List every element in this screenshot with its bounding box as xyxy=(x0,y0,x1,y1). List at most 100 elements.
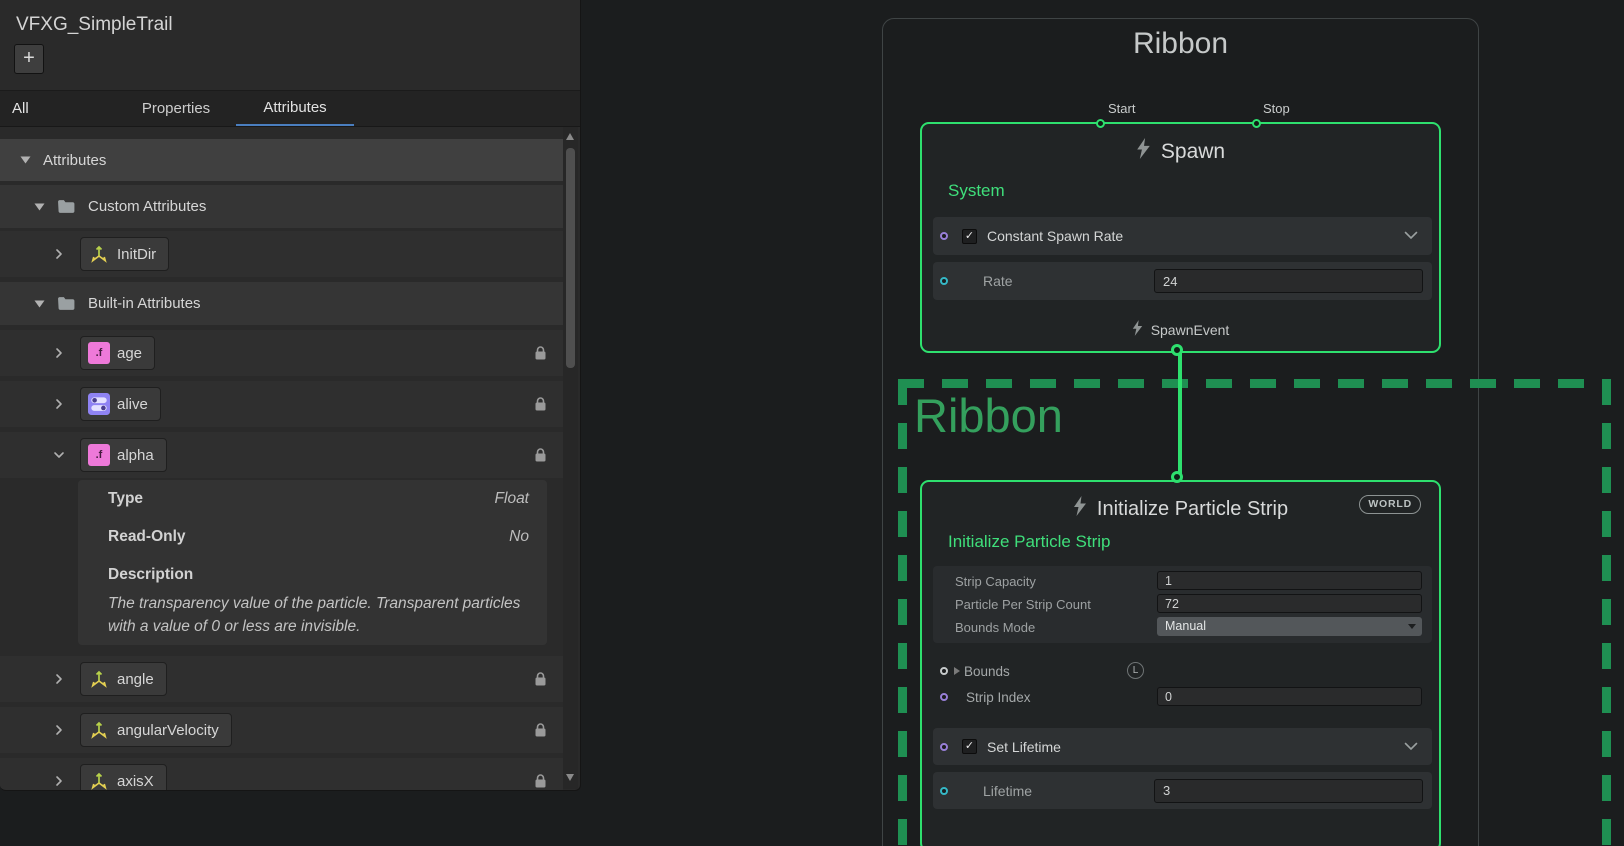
chevron-right-icon[interactable] xyxy=(53,347,65,359)
strip-index-port[interactable] xyxy=(940,693,948,701)
attribute-row-axisx[interactable]: axisX xyxy=(0,758,563,791)
block-title: Constant Spawn Rate xyxy=(987,228,1123,244)
vector-type-icon xyxy=(88,719,110,741)
bounds-port-row: Bounds L xyxy=(933,660,1432,682)
readonly-value: No xyxy=(509,528,529,546)
strip-capacity-row: Strip Capacity xyxy=(933,570,1432,592)
local-space-badge[interactable]: L xyxy=(1127,662,1144,679)
constant-spawn-rate-block[interactable]: ✓ Constant Spawn Rate xyxy=(933,217,1432,255)
dropdown-arrow-icon xyxy=(1408,624,1416,629)
spawn-rate-checkbox[interactable]: ✓ xyxy=(962,229,977,244)
spawn-output-flow-port[interactable] xyxy=(1171,344,1183,356)
lifetime-value-field[interactable] xyxy=(1154,779,1423,803)
checkmark-icon: ✓ xyxy=(965,230,974,242)
init-input-flow-port[interactable] xyxy=(1171,471,1183,483)
asset-title: VFXG_SimpleTrail xyxy=(16,14,173,36)
attribute-pill[interactable]: axisX xyxy=(80,764,167,791)
scrollbar-thumb[interactable] xyxy=(566,148,575,368)
checkmark-icon: ✓ xyxy=(965,740,974,752)
stop-event-port[interactable] xyxy=(1252,119,1261,128)
chevron-down-icon[interactable] xyxy=(53,449,65,461)
attribute-name: age xyxy=(117,345,142,362)
description-text: The transparency value of the particle. … xyxy=(108,592,552,639)
attribute-pill[interactable]: angularVelocity xyxy=(80,713,232,747)
tab-properties[interactable]: Properties xyxy=(116,91,236,126)
chevron-right-icon[interactable] xyxy=(53,775,65,787)
add-attribute-button[interactable]: + xyxy=(14,44,44,74)
set-lifetime-block[interactable]: ✓ Set Lifetime xyxy=(933,728,1432,765)
tab-all[interactable]: All xyxy=(0,91,116,126)
block-input-port[interactable] xyxy=(940,743,948,751)
system-border-left xyxy=(898,379,907,846)
chevron-right-icon[interactable] xyxy=(53,398,65,410)
space-toggle-badge[interactable]: WORLD xyxy=(1359,495,1421,514)
bounds-mode-label: Bounds Mode xyxy=(955,620,1035,635)
attribute-row-angularvelocity[interactable]: angularVelocity xyxy=(0,707,563,753)
lifetime-row: Lifetime xyxy=(933,772,1432,809)
attribute-pill[interactable]: alive xyxy=(80,387,161,421)
start-event-port[interactable] xyxy=(1096,119,1105,128)
chevron-right-icon[interactable] xyxy=(53,673,65,685)
rate-value-field[interactable] xyxy=(1154,269,1423,293)
system-name-watermark: Ribbon xyxy=(914,388,1063,443)
float-type-icon: .f xyxy=(88,342,110,364)
scrollbar-track[interactable] xyxy=(563,127,578,789)
block-input-port[interactable] xyxy=(940,232,948,240)
float-type-icon: .f xyxy=(88,444,110,466)
lock-icon xyxy=(534,672,547,687)
bounds-mode-dropdown[interactable]: Manual xyxy=(1157,617,1422,636)
init-node-title: Initialize Particle Strip xyxy=(1097,498,1288,521)
foldout-open-icon[interactable] xyxy=(34,300,45,308)
chevron-down-icon[interactable] xyxy=(1404,738,1418,756)
strip-capacity-label: Strip Capacity xyxy=(955,574,1036,589)
custom-attributes-folder-row[interactable]: Custom Attributes xyxy=(0,185,563,228)
spawn-node-title: Spawn xyxy=(1161,140,1225,164)
chevron-right-icon[interactable] xyxy=(53,248,65,260)
spawn-event-row: SpawnEvent xyxy=(922,320,1439,339)
expander-icon[interactable] xyxy=(954,667,960,675)
attributes-root-row[interactable]: Attributes xyxy=(0,139,563,181)
stop-port-label: Stop xyxy=(1263,101,1290,116)
attribute-name: axisX xyxy=(117,773,154,790)
attribute-row-angle[interactable]: angle xyxy=(0,656,563,702)
bolt-icon xyxy=(1073,496,1087,522)
strip-index-field[interactable] xyxy=(1157,687,1422,706)
bolt-icon xyxy=(1132,320,1143,339)
bounds-input-port[interactable] xyxy=(940,667,948,675)
initialize-particle-strip-node[interactable]: Initialize Particle Strip WORLD Initiali… xyxy=(920,480,1441,846)
lifetime-input-port[interactable] xyxy=(940,787,948,795)
system-border-right xyxy=(1602,379,1611,846)
strip-index-row: Strip Index xyxy=(933,686,1432,708)
attribute-row-alive[interactable]: alive xyxy=(0,381,563,427)
scroll-down-icon[interactable] xyxy=(566,774,574,781)
chevron-right-icon[interactable] xyxy=(53,724,65,736)
type-label: Type xyxy=(108,490,143,508)
vector-type-icon xyxy=(88,668,110,690)
folder-label: Built-in Attributes xyxy=(88,295,201,312)
particle-count-field[interactable] xyxy=(1157,594,1422,613)
attribute-row-initdir[interactable]: InitDir xyxy=(0,231,563,277)
flow-edge[interactable] xyxy=(1178,353,1182,482)
attribute-pill[interactable]: .f age xyxy=(80,336,155,370)
strip-capacity-field[interactable] xyxy=(1157,571,1422,590)
spawn-node[interactable]: Spawn System ✓ Constant Spawn Rate Rate … xyxy=(920,122,1441,353)
block-title: Set Lifetime xyxy=(987,739,1061,755)
attribute-name: alpha xyxy=(117,447,154,464)
foldout-open-icon[interactable] xyxy=(20,156,31,164)
builtin-attributes-folder-row[interactable]: Built-in Attributes xyxy=(0,282,563,325)
init-settings-box: Strip Capacity Particle Per Strip Count … xyxy=(933,566,1432,643)
rate-input-port[interactable] xyxy=(940,277,948,285)
attribute-pill[interactable]: .f alpha xyxy=(80,438,167,472)
scroll-up-icon[interactable] xyxy=(566,133,574,140)
attribute-pill[interactable]: InitDir xyxy=(80,237,169,271)
tab-attributes[interactable]: Attributes xyxy=(236,91,354,126)
attribute-pill[interactable]: angle xyxy=(80,662,167,696)
attribute-row-alpha[interactable]: .f alpha xyxy=(0,432,563,478)
attribute-row-age[interactable]: .f age xyxy=(0,330,563,376)
lock-icon xyxy=(534,397,547,412)
chevron-down-icon[interactable] xyxy=(1404,227,1418,245)
set-lifetime-checkbox[interactable]: ✓ xyxy=(962,739,977,754)
blackboard-tab-bar: All Properties Attributes xyxy=(0,90,580,127)
lock-icon xyxy=(534,774,547,789)
foldout-open-icon[interactable] xyxy=(34,203,45,211)
